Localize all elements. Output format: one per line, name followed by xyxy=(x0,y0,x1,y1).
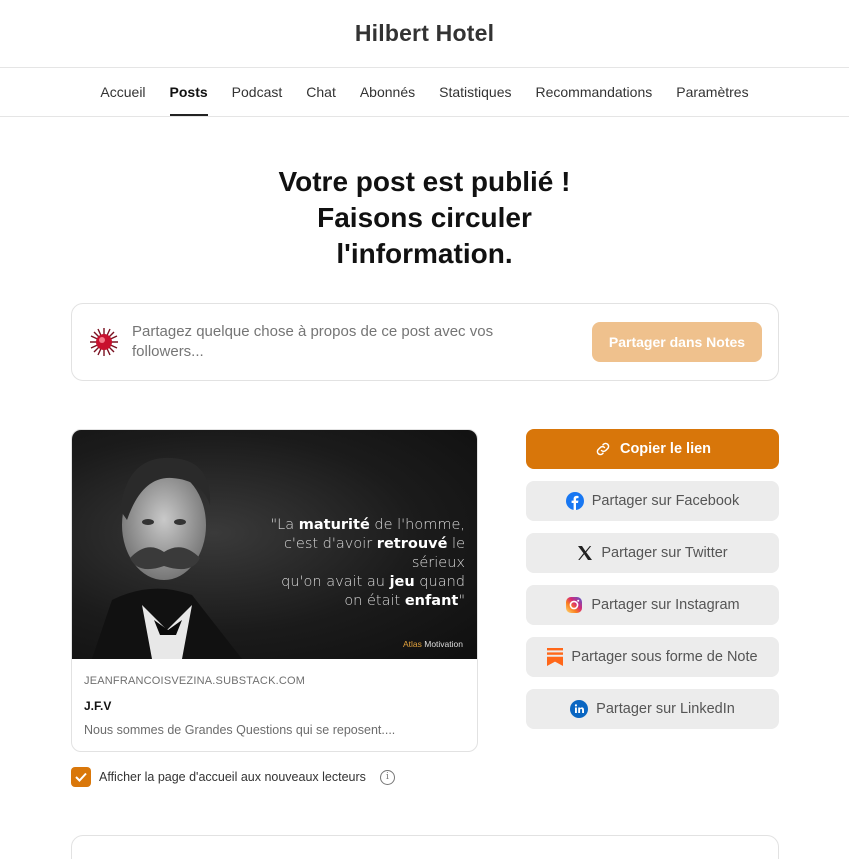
card-description: Nous sommes de Grandes Questions qui se … xyxy=(84,723,396,737)
share-twitter-button[interactable]: Partager sur Twitter xyxy=(526,533,779,573)
copy-link-label: Copier le lien xyxy=(619,441,712,457)
card-meta: JEANFRANCOISVEZINA.SUBSTACK.COM J.F.V No… xyxy=(72,659,477,737)
share-note-composer[interactable]: Partagez quelque chose à propos de ce po… xyxy=(71,303,779,381)
homepage-option-row: Afficher la page d'accueil aux nouveaux … xyxy=(71,767,395,787)
info-icon[interactable]: i xyxy=(379,769,395,785)
top-bar: Hilbert Hotel xyxy=(0,0,849,68)
share-facebook-button[interactable]: Partager sur Facebook xyxy=(526,481,779,521)
facebook-icon xyxy=(565,492,584,510)
bottom-panel xyxy=(71,835,779,859)
share-note-label: Partager sous forme de Note xyxy=(571,649,758,665)
card-title: J.F.V xyxy=(84,699,112,713)
cover-brand-watermark: Atlas Motivation xyxy=(402,639,463,649)
nav-item-statistiques[interactable]: Statistiques xyxy=(439,68,511,116)
share-facebook-label: Partager sur Facebook xyxy=(591,493,740,509)
show-homepage-checkbox[interactable] xyxy=(71,767,91,787)
nav-item-posts[interactable]: Posts xyxy=(169,68,208,116)
share-input[interactable]: Partagez quelque chose à propos de ce po… xyxy=(132,322,552,362)
post-cover-image: "La maturité de l'homme, c'est d'avoir r… xyxy=(72,430,477,659)
substack-icon xyxy=(547,648,564,666)
nav-item-abonnes[interactable]: Abonnés xyxy=(360,68,415,116)
share-instagram-label: Partager sur Instagram xyxy=(591,597,740,613)
share-twitter-label: Partager sur Twitter xyxy=(601,545,728,561)
x-twitter-icon xyxy=(578,546,593,560)
share-actions: Copier le lien Partager sur Facebook Par… xyxy=(526,429,779,741)
share-linkedin-label: Partager sur LinkedIn xyxy=(596,701,735,717)
show-homepage-label[interactable]: Afficher la page d'accueil aux nouveaux … xyxy=(99,770,366,784)
nav-item-chat[interactable]: Chat xyxy=(306,68,336,116)
page-headline: Votre post est publié ! Faisons circuler… xyxy=(0,164,849,272)
linkedin-icon xyxy=(570,700,589,718)
copy-link-button[interactable]: Copier le lien xyxy=(526,429,779,469)
nav-item-recommandations[interactable]: Recommandations xyxy=(536,68,653,116)
cover-quote-text: "La maturité de l'homme, c'est d'avoir r… xyxy=(270,517,466,609)
share-instagram-button[interactable]: Partager sur Instagram xyxy=(526,585,779,625)
checkmark-icon xyxy=(75,772,87,782)
headline-line-2: Faisons circuler xyxy=(317,202,532,233)
share-in-notes-button[interactable]: Partager dans Notes xyxy=(592,322,762,362)
share-note-button[interactable]: Partager sous forme de Note xyxy=(526,637,779,677)
link-icon xyxy=(596,442,610,456)
site-title[interactable]: Hilbert Hotel xyxy=(355,20,494,47)
card-domain: JEANFRANCOISVEZINA.SUBSTACK.COM xyxy=(84,675,306,687)
post-preview-card[interactable]: "La maturité de l'homme, c'est d'avoir r… xyxy=(71,429,478,752)
nav-item-podcast[interactable]: Podcast xyxy=(232,68,283,116)
share-linkedin-button[interactable]: Partager sur LinkedIn xyxy=(526,689,779,729)
instagram-icon xyxy=(566,597,583,613)
nav-item-parametres[interactable]: Paramètres xyxy=(676,68,748,116)
red-burst-avatar-icon xyxy=(88,326,120,358)
main-nav: Accueil Posts Podcast Chat Abonnés Stati… xyxy=(0,68,849,117)
nav-item-accueil[interactable]: Accueil xyxy=(100,68,145,116)
headline-line-1: Votre post est publié ! xyxy=(278,166,571,197)
headline-line-3: l'information. xyxy=(336,238,513,269)
